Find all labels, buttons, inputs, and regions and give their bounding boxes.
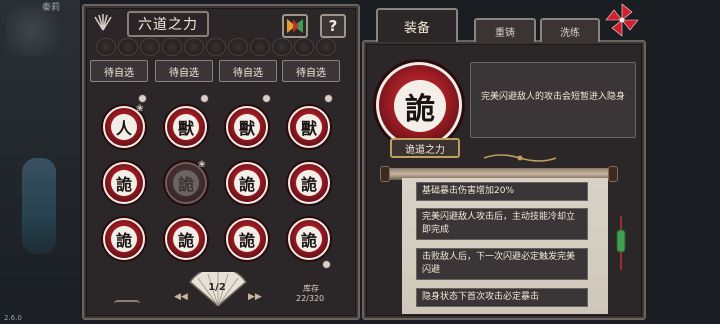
dim-slot-marker (250, 38, 270, 56)
medal-item[interactable]: 詭 (288, 162, 332, 206)
scroll-ornament (114, 300, 140, 308)
slot-button[interactable]: 待自选 (90, 60, 148, 82)
affix-item: 基础暴击伤害增加20% (416, 182, 588, 201)
store-label: 库存 (303, 284, 319, 293)
switch-icon (287, 19, 303, 33)
switch-button[interactable] (282, 14, 308, 38)
selected-medal-char: 詭 (394, 80, 446, 132)
scroll-roller-end (380, 166, 390, 182)
medal-char: 詭 (296, 170, 322, 196)
slot-button[interactable]: 待自选 (282, 60, 340, 82)
dim-slot-marker (316, 38, 336, 56)
medal-char: 詭 (173, 170, 199, 196)
dim-slot-marker (294, 38, 314, 56)
star-icon: ❀ (198, 160, 206, 170)
version-label: 2.6.0 (4, 314, 22, 322)
npc-figure (6, 6, 70, 56)
medal-item[interactable]: 詭 (288, 218, 332, 262)
dim-slot-marker (162, 38, 182, 56)
medal-item[interactable]: 獸 (288, 106, 332, 150)
dim-slot-marker (184, 38, 204, 56)
medal-item[interactable]: 詭 (226, 162, 270, 206)
medal-item[interactable]: 詭 (103, 218, 147, 262)
selected-description: 完美闪避敌人的攻击会短暂进入隐身 (481, 92, 626, 102)
slot-button[interactable]: 待自选 (155, 60, 213, 82)
medal-char: 詭 (173, 226, 199, 252)
dim-slot-marker (118, 38, 138, 56)
medal-char: 詭 (234, 170, 260, 196)
medal-char: 詭 (296, 226, 322, 252)
page-indicator: 1/2 (208, 282, 226, 293)
background-scene (0, 0, 80, 324)
jade-tassel-icon (616, 216, 626, 270)
tab-recast[interactable]: 重铸 (474, 18, 536, 42)
dim-slot-marker (96, 38, 116, 56)
medal-char: 獸 (234, 114, 260, 140)
scroll-roller-end (608, 166, 618, 182)
dim-slot-marker (272, 38, 292, 56)
medal-item[interactable]: 獸 (165, 106, 209, 150)
slot-button[interactable]: 待自选 (219, 60, 277, 82)
affix-scroll[interactable]: 基础暴击伤害增加20% 完美闪避敌人攻击后，主动技能冷却立即完成 击败敌人后，下… (402, 178, 608, 314)
dim-slot-marker (140, 38, 160, 56)
npc-name: 秦莉 (42, 3, 61, 13)
medal-item[interactable]: 詭 (165, 218, 209, 262)
affix-item: 隐身状态下首次攻击必定暴击 (416, 288, 588, 307)
medal-char: 詭 (111, 226, 137, 252)
medal-char: 獸 (296, 114, 322, 140)
selected-name: 诡道之力 (390, 138, 460, 158)
prev-page-arrow[interactable]: ◀◀ (174, 292, 188, 302)
store-count: 22/320 (296, 294, 325, 303)
level-badge (322, 260, 331, 269)
medal-item[interactable]: 獸 (226, 106, 270, 150)
dim-slot-marker (206, 38, 226, 56)
help-button[interactable]: ? (320, 14, 346, 38)
glass-lamp (22, 158, 56, 254)
menu-fan-icon (94, 14, 112, 31)
medal-char: 獸 (173, 114, 199, 140)
dim-slot-marker (228, 38, 248, 56)
medal-char: 人 (111, 114, 137, 140)
level-badge (200, 94, 209, 103)
pinwheel-icon[interactable] (604, 2, 640, 38)
selected-description-box: 完美闪避敌人的攻击会短暂进入隐身 (470, 62, 636, 138)
affix-item: 完美闪避敌人攻击后，主动技能冷却立即完成 (416, 208, 588, 240)
medal-char: 詭 (111, 170, 137, 196)
tab-equip[interactable]: 装备 (376, 8, 458, 42)
affix-item: 击败敌人后，下一次闪避必定触发完美闪避 (416, 248, 588, 280)
medal-char: 詭 (234, 226, 260, 252)
medal-item[interactable]: 詭 (103, 162, 147, 206)
panel-title: 六道之力 (127, 11, 209, 37)
next-page-arrow[interactable]: ▶▶ (248, 292, 262, 302)
ornament-deco (483, 154, 557, 162)
star-icon: ❀ (136, 104, 144, 114)
tab-wash[interactable]: 洗练 (540, 18, 600, 42)
level-badge (324, 94, 333, 103)
level-badge (138, 94, 147, 103)
level-badge (262, 94, 271, 103)
medal-item[interactable]: 詭 (226, 218, 270, 262)
